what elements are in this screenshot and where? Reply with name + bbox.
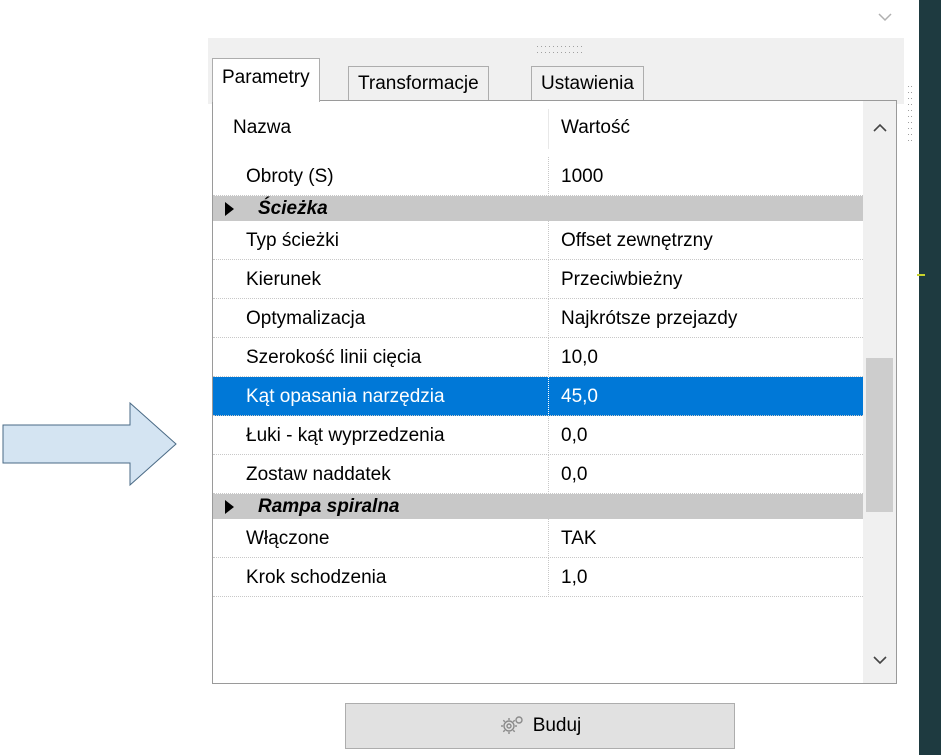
property-name: Kąt opasania narzędzia: [246, 386, 445, 407]
row-separator: [548, 338, 549, 377]
property-row-kierunek[interactable]: Kierunek Przeciwbieżny: [213, 260, 863, 299]
column-header-value[interactable]: Wartość: [561, 117, 630, 139]
property-grid: Nazwa Wartość Obroty (S) 1000 Ścieżka Ty…: [212, 100, 897, 684]
property-value[interactable]: Najkrótsze przejazdy: [561, 299, 737, 338]
panel-grip-icon[interactable]: [533, 42, 589, 60]
category-name: Ścieżka: [258, 198, 328, 219]
property-name: Włączone: [246, 528, 330, 549]
category-row-rampa-spiralna[interactable]: Rampa spiralna: [213, 494, 863, 519]
property-name: Krok schodzenia: [246, 567, 387, 588]
property-value[interactable]: Offset zewnętrzny: [561, 221, 713, 260]
property-row-luki[interactable]: Łuki - kąt wyprzedzenia 0,0: [213, 416, 863, 455]
row-separator: [548, 455, 549, 494]
tab-transformacje[interactable]: Transformacje: [348, 66, 489, 100]
property-name: Obroty (S): [246, 166, 334, 187]
property-value[interactable]: TAK: [561, 519, 597, 558]
scroll-thumb[interactable]: [866, 358, 893, 512]
property-value[interactable]: 0,0: [561, 416, 587, 455]
viewport-edge: [919, 0, 941, 755]
row-separator: [548, 519, 549, 558]
property-name: Zostaw naddatek: [246, 464, 391, 485]
scroll-up-icon[interactable]: [863, 109, 896, 147]
property-name: Typ ścieżki: [246, 230, 339, 251]
row-separator: [548, 260, 549, 299]
property-value[interactable]: 1,0: [561, 558, 587, 597]
category-row-sciezka[interactable]: Ścieżka: [213, 196, 863, 221]
property-value[interactable]: 1000: [561, 157, 603, 196]
expand-arrow-icon[interactable]: [225, 202, 234, 216]
row-separator: [548, 377, 549, 416]
viewport-tick: [917, 274, 925, 276]
gear-icon: [500, 716, 523, 734]
vertical-scrollbar[interactable]: [863, 101, 896, 683]
property-row-zostaw-naddatek[interactable]: Zostaw naddatek 0,0: [213, 455, 863, 494]
side-grip-icon[interactable]: [906, 84, 914, 148]
row-separator: [548, 157, 549, 196]
property-name: Łuki - kąt wyprzedzenia: [246, 425, 445, 446]
grid-header: Nazwa Wartość: [213, 101, 863, 157]
column-separator[interactable]: [548, 109, 549, 149]
tab-parametry[interactable]: Parametry: [212, 58, 320, 102]
property-row-obroty[interactable]: Obroty (S) 1000: [213, 157, 863, 196]
row-separator: [548, 299, 549, 338]
property-value[interactable]: Przeciwbieżny: [561, 260, 682, 299]
row-separator: [548, 221, 549, 260]
build-button-label: Buduj: [532, 715, 582, 736]
expand-arrow-icon[interactable]: [225, 500, 234, 514]
property-value[interactable]: 10,0: [561, 338, 598, 377]
property-row-typ-sciezki[interactable]: Typ ścieżki Offset zewnętrzny: [213, 221, 863, 260]
property-value[interactable]: 45,0: [561, 377, 598, 416]
property-name: Kierunek: [246, 269, 321, 290]
property-name: Szerokość linii cięcia: [246, 347, 422, 368]
row-separator: [548, 558, 549, 597]
scroll-down-icon[interactable]: [863, 641, 896, 679]
property-row-wlaczone[interactable]: Włączone TAK: [213, 519, 863, 558]
property-row-kat-opasania[interactable]: Kąt opasania narzędzia 45,0: [213, 377, 863, 416]
property-row-optymalizacja[interactable]: Optymalizacja Najkrótsze przejazdy: [213, 299, 863, 338]
property-value[interactable]: 0,0: [561, 455, 587, 494]
tab-ustawienia[interactable]: Ustawienia: [531, 66, 644, 100]
property-row-krok-schodzenia[interactable]: Krok schodzenia 1,0: [213, 558, 863, 597]
row-separator: [548, 416, 549, 455]
property-row-szerokosc-linii[interactable]: Szerokość linii cięcia 10,0: [213, 338, 863, 377]
category-name: Rampa spiralna: [258, 496, 400, 517]
build-button[interactable]: Buduj: [345, 703, 735, 749]
grid-body: Obroty (S) 1000 Ścieżka Typ ścieżki Offs…: [213, 157, 863, 597]
outer-scroll-down-icon[interactable]: [874, 6, 896, 28]
property-name: Optymalizacja: [246, 308, 366, 329]
column-header-name[interactable]: Nazwa: [233, 117, 291, 139]
